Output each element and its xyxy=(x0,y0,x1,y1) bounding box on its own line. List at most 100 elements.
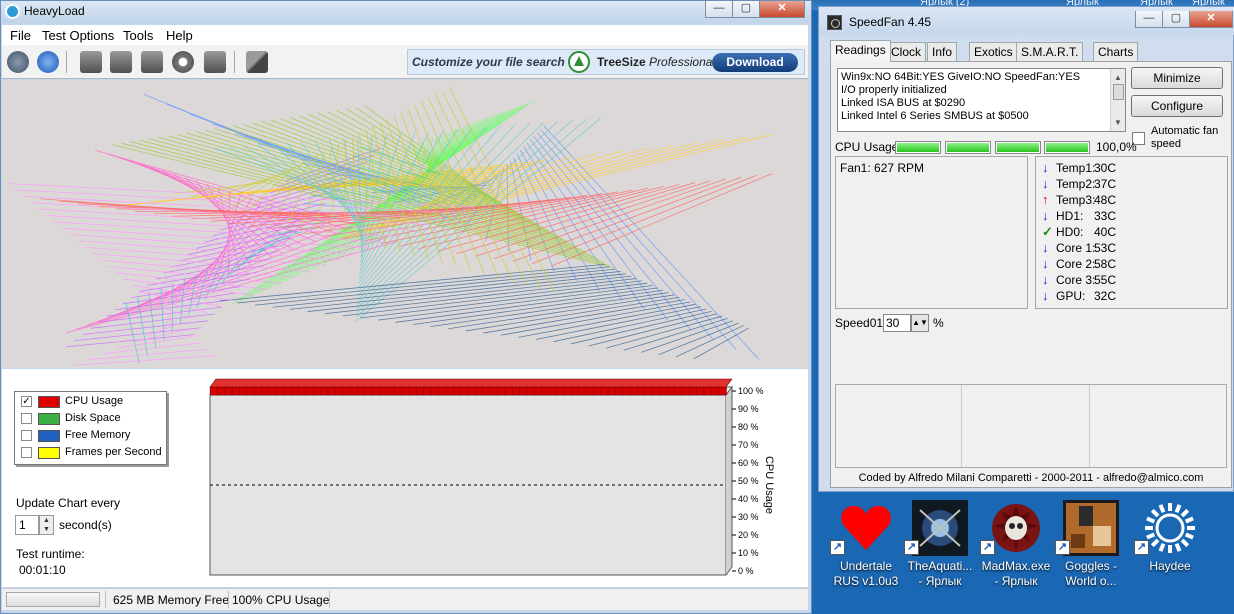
cpu-usage-point xyxy=(703,386,712,396)
maximize-button[interactable]: ▢ xyxy=(732,1,760,18)
minimize-button[interactable]: — xyxy=(1135,11,1163,28)
cpu-usage-point xyxy=(497,386,506,396)
cpu-usage-point xyxy=(246,386,255,396)
cpu-usage-point xyxy=(231,386,241,396)
gear-segment xyxy=(1146,532,1156,540)
scroll-up-icon[interactable]: ▲ xyxy=(1114,71,1122,84)
tab-smart[interactable]: S.M.A.R.T. xyxy=(1016,42,1084,61)
tab-exotics[interactable]: Exotics xyxy=(969,42,1018,61)
cpu-usage-point xyxy=(416,386,425,396)
update-interval-input[interactable]: 1 xyxy=(15,515,39,535)
speed01-spinner[interactable]: ▲▼ xyxy=(911,314,929,332)
tab-clock[interactable]: Clock xyxy=(886,42,927,61)
desktop-icon-goggles[interactable]: ↗ Goggles - World o... xyxy=(1055,498,1127,598)
settings-tools-icon[interactable] xyxy=(246,51,268,73)
cpu-usage-value: 100,0% xyxy=(1096,140,1137,154)
temp-value: 32C xyxy=(1094,289,1117,303)
desktop-icon-undertale[interactable]: ↗ Undertale RUS v1.0u3 xyxy=(830,498,902,598)
legend-checkbox[interactable] xyxy=(21,430,32,441)
close-button[interactable]: ✕ xyxy=(1189,11,1233,28)
legend-row[interactable]: Free Memory xyxy=(21,429,166,443)
configure-button[interactable]: Configure xyxy=(1131,95,1223,117)
speedfan-titlebar[interactable]: SpeedFan 4.45 — ▢ ✕ xyxy=(819,7,1234,35)
render-line xyxy=(448,294,675,330)
scroll-down-icon[interactable]: ▼ xyxy=(1114,116,1122,129)
status-progress xyxy=(6,592,100,607)
desktop-icon-haydee[interactable]: ↗ Haydee xyxy=(1134,498,1206,598)
render-line xyxy=(531,175,757,265)
legend-checkbox[interactable] xyxy=(21,413,32,424)
tab-readings[interactable]: Readings xyxy=(830,40,891,62)
minimize-to-tray-button[interactable]: Minimize xyxy=(1131,67,1223,89)
temp-value: 37C xyxy=(1094,177,1117,191)
cpu-usage-point xyxy=(224,386,233,396)
status-bar: 625 MB Memory Free 100% CPU Usage xyxy=(2,588,808,610)
gear-segment xyxy=(1150,538,1160,548)
cpu-usage-point xyxy=(526,386,536,396)
legend-checkbox[interactable] xyxy=(21,447,32,458)
update-unit-label: second(s) xyxy=(59,518,112,532)
cpu-usage-point xyxy=(298,386,307,396)
speed01-input[interactable]: 30 xyxy=(883,314,911,332)
cpu-usage-point xyxy=(283,386,292,396)
disk-icon[interactable] xyxy=(110,51,132,73)
cpu-usage-point xyxy=(629,386,639,396)
log-textbox[interactable]: Win9x:NO 64Bit:YES GiveIO:NO SpeedFan:YE… xyxy=(837,68,1126,132)
close-button[interactable]: ✕ xyxy=(759,1,805,18)
legend-row[interactable]: Disk Space xyxy=(21,412,166,426)
menu-file[interactable]: File xyxy=(10,28,31,43)
temp-name: Temp1: xyxy=(1056,161,1096,175)
temp-name: HD0: xyxy=(1056,225,1084,239)
runtime-label: Test runtime: xyxy=(16,547,85,561)
cpu-usage-point xyxy=(327,386,337,396)
temp-value: 55C xyxy=(1094,273,1117,287)
cpu-usage-point xyxy=(364,386,373,396)
y-tick-label: 30 % xyxy=(738,512,759,522)
treesize-ad-banner[interactable]: Customize your file search TreeSize Prof… xyxy=(407,49,805,75)
memory-icon[interactable] xyxy=(141,51,163,73)
temp-row: ↓ GPU: 32C xyxy=(1040,288,1220,304)
gpu-icon[interactable] xyxy=(204,51,226,73)
gear-segment xyxy=(1150,508,1160,518)
cpu-usage-point xyxy=(460,386,469,396)
gear-segment xyxy=(1180,538,1190,548)
download-button[interactable]: Download xyxy=(712,53,798,72)
cpu-usage-point xyxy=(489,386,499,396)
cdrom-icon[interactable] xyxy=(172,51,194,73)
cpu-usage-point xyxy=(563,386,572,396)
temp-name: Temp3: xyxy=(1056,193,1096,207)
tab-info[interactable]: Info xyxy=(927,42,958,61)
cpu-icon[interactable] xyxy=(80,51,102,73)
cpu-usage-point xyxy=(504,386,513,396)
maximize-button[interactable]: ▢ xyxy=(1162,11,1190,28)
legend-checkbox[interactable]: ✓ xyxy=(21,396,32,407)
desktop-icon-theaquatic[interactable]: ↗ TheAquati... - Ярлык xyxy=(904,498,976,598)
stop-icon[interactable] xyxy=(37,51,59,73)
legend-row[interactable]: ✓ CPU Usage xyxy=(21,395,166,409)
menu-test-options[interactable]: Test Options xyxy=(42,28,114,43)
log-scrollbar[interactable]: ▲ ▼ xyxy=(1110,69,1125,131)
gear-segment xyxy=(1158,542,1166,552)
tab-charts[interactable]: Charts xyxy=(1093,42,1139,61)
menu-tools[interactable]: Tools xyxy=(123,28,153,43)
cpu-usage-point xyxy=(445,386,454,396)
cpu-usage-point xyxy=(593,386,602,396)
cpu-usage-point xyxy=(475,386,484,396)
menu-help[interactable]: Help xyxy=(166,28,193,43)
legend-row[interactable]: Frames per Second xyxy=(21,446,166,460)
minimize-button[interactable]: — xyxy=(705,1,733,18)
legend-label: CPU Usage xyxy=(65,395,124,407)
desktop-icon-madmax[interactable]: ↗ MadMax.exe - Ярлык xyxy=(980,498,1052,598)
heavyload-titlebar[interactable]: HeavyLoad — ▢ ✕ xyxy=(1,1,811,23)
y-tick-label: 100 % xyxy=(738,386,764,396)
desktop-icon-label: Haydee xyxy=(1149,559,1191,573)
temp-name: Core 3: xyxy=(1056,273,1096,287)
scroll-thumb[interactable] xyxy=(1113,84,1124,100)
haydee-gear-icon xyxy=(1145,503,1195,553)
update-interval-spinner[interactable]: ▲ ▼ xyxy=(39,515,54,535)
desktop-icon-label: Undertale RUS v1.0u3 xyxy=(833,559,899,588)
y-tick-label: 70 % xyxy=(738,440,759,450)
play-icon[interactable] xyxy=(7,51,29,73)
y-tick-label: 50 % xyxy=(738,476,759,486)
gear-segment xyxy=(1184,532,1194,540)
